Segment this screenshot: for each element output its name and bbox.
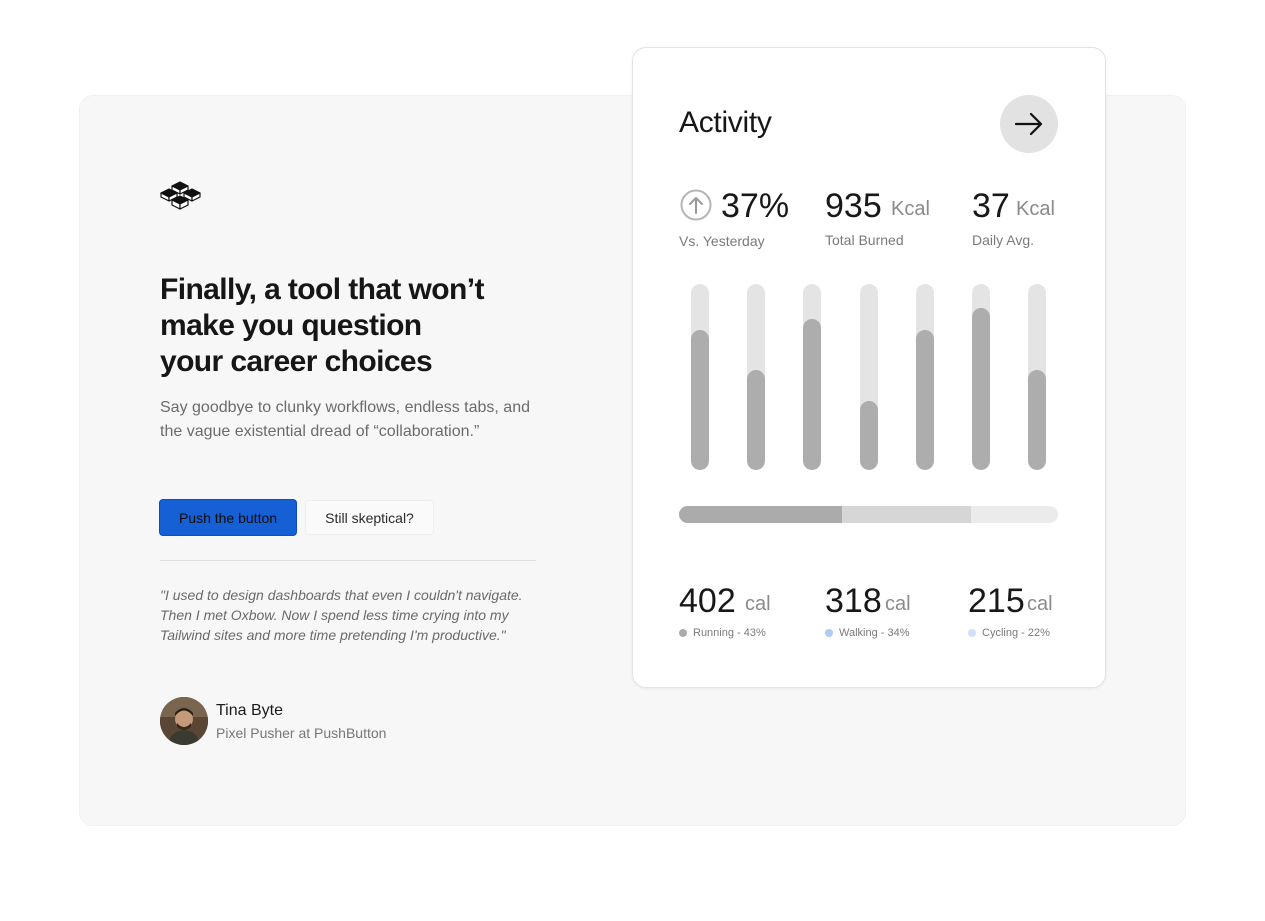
author-role: Pixel Pusher at PushButton (216, 725, 387, 741)
headline-line: make you question (160, 309, 422, 342)
push-the-button[interactable]: Push the button (159, 499, 297, 536)
stat-value: 37 (972, 187, 1010, 225)
stat-label: Vs. Yesterday (679, 233, 765, 249)
legend-dot (679, 629, 687, 637)
avatar-photo (160, 697, 208, 745)
legend-cycling: Cycling - 22% (968, 627, 1050, 639)
bar-track (1028, 284, 1046, 470)
breakdown-progress-bar (679, 506, 1058, 523)
author-name: Tina Byte (216, 702, 283, 719)
cal-unit: cal (1027, 593, 1053, 615)
stat-label: Total Burned (825, 232, 904, 248)
cycling-cal-value: 215 (968, 582, 1025, 620)
bar (916, 330, 934, 470)
legend-label: Cycling - 22% (982, 627, 1050, 639)
bar (972, 308, 990, 470)
bar-track (916, 284, 934, 470)
progress-segment-walking (842, 506, 971, 523)
bar-track (803, 284, 821, 470)
cal-unit: cal (885, 593, 911, 615)
testimonial-quote: "I used to design dashboards that even I… (160, 587, 523, 643)
hero-subtext: Say goodbye to clunky workflows, endless… (160, 399, 530, 440)
bar (747, 370, 765, 470)
legend-label: Walking - 34% (839, 627, 910, 639)
bar-track (860, 284, 878, 470)
bar-track (972, 284, 990, 470)
arrow-up-circle-icon (680, 189, 712, 221)
bar (803, 319, 821, 470)
legend-dot (968, 629, 976, 637)
bar-track (691, 284, 709, 470)
arrow-right-button[interactable] (1000, 95, 1058, 153)
legend-dot (825, 629, 833, 637)
stat-value: 935 (825, 187, 882, 225)
progress-segment-running (679, 506, 842, 523)
stat-value: 37% (721, 187, 790, 225)
card-title: Activity (679, 106, 772, 139)
stat-label: Daily Avg. (972, 232, 1034, 248)
divider (160, 560, 536, 561)
bar (860, 401, 878, 470)
headline-line: Finally, a tool that won’t (160, 273, 484, 306)
bar (1028, 370, 1046, 470)
legend-running: Running - 43% (679, 627, 766, 639)
avatar (160, 697, 208, 745)
stat-unit: Kcal (1016, 198, 1055, 220)
still-skeptical-button[interactable]: Still skeptical? (305, 500, 434, 535)
bar-track (747, 284, 765, 470)
legend-label: Running - 43% (693, 627, 766, 639)
arrow-right-icon (1014, 112, 1043, 136)
cal-unit: cal (745, 593, 771, 615)
legend-walking: Walking - 34% (825, 627, 910, 639)
bar (691, 330, 709, 470)
walking-cal-value: 318 (825, 582, 882, 620)
stat-unit: Kcal (891, 198, 930, 220)
headline-line: your career choices (160, 345, 433, 378)
cubes-logo-icon (160, 181, 201, 210)
running-cal-value: 402 (679, 582, 736, 620)
headline: Finally, a tool that won’t make you ques… (160, 272, 520, 380)
